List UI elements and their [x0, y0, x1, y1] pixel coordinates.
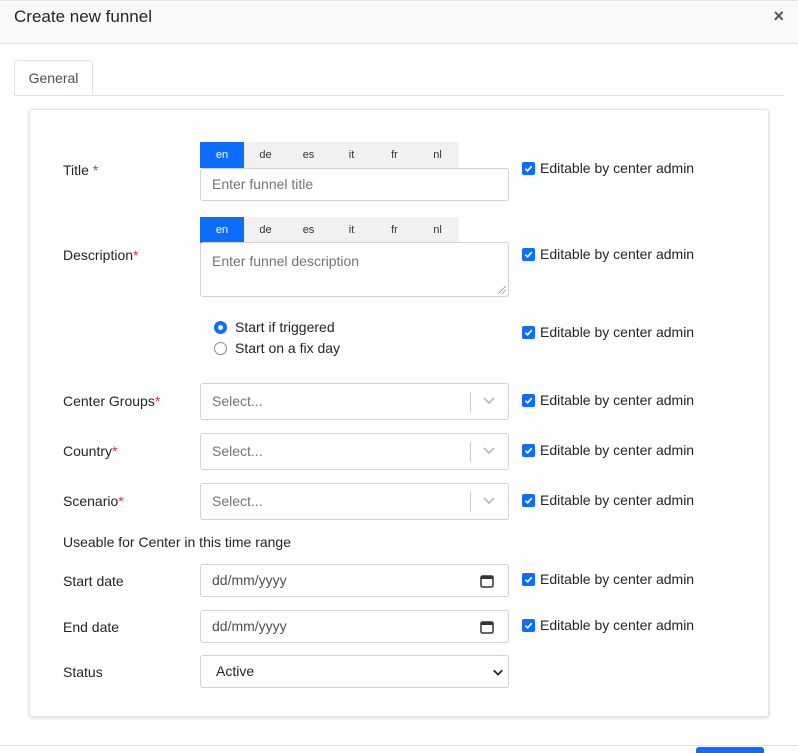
title-input[interactable]: Enter funnel title [200, 168, 509, 201]
chevron-down-icon[interactable] [492, 666, 504, 678]
lang-tab-de[interactable]: de [244, 217, 287, 243]
tab-bar: General [14, 60, 784, 96]
lang-tab-de[interactable]: de [244, 142, 287, 168]
start-date-editable-checkbox[interactable]: Editable by center admin [522, 571, 694, 587]
radio-start-on-fix-day[interactable]: Start on a fix day [214, 340, 340, 356]
description-language-tabs: en de es it fr nl [200, 217, 459, 243]
lang-tab-it[interactable]: it [330, 217, 373, 243]
radio-start-if-triggered[interactable]: Start if triggered [214, 319, 335, 335]
required-mark: * [133, 247, 139, 263]
lang-tab-es[interactable]: es [287, 142, 330, 168]
time-range-heading: Useable for Center in this time range [63, 534, 291, 550]
select-separator [470, 442, 471, 462]
required-mark: * [112, 443, 118, 459]
select-separator [470, 392, 471, 412]
start-date-input[interactable]: dd/mm/yyyy [200, 564, 509, 597]
start-mode-editable-checkbox[interactable]: Editable by center admin [522, 324, 694, 340]
chevron-down-icon[interactable] [482, 493, 496, 507]
checkmark-icon [522, 247, 535, 261]
checkmark-icon [522, 493, 535, 507]
checkmark-icon [522, 443, 535, 457]
required-mark: * [92, 162, 99, 178]
editable-label: Editable by center admin [540, 392, 695, 408]
chevron-down-icon[interactable] [482, 443, 496, 457]
end-date-input[interactable]: dd/mm/yyyy [200, 610, 509, 643]
scenario-select[interactable]: Select... [200, 483, 509, 520]
editable-label: Editable by center admin [540, 442, 695, 458]
editable-label: Editable by center admin [540, 324, 695, 340]
end-date-editable-checkbox[interactable]: Editable by center admin [522, 617, 694, 633]
checkmark-icon [522, 393, 535, 407]
editable-label: Editable by center admin [540, 246, 695, 262]
center-groups-editable-checkbox[interactable]: Editable by center admin [522, 392, 694, 408]
editable-label: Editable by center admin [540, 160, 695, 176]
modal-header: Create new funnel × [0, 0, 798, 44]
center-groups-label: Center Groups* [63, 393, 161, 409]
country-editable-checkbox[interactable]: Editable by center admin [522, 442, 694, 458]
description-editable-checkbox[interactable]: Editable by center admin [522, 246, 694, 262]
modal-footer-edge [0, 745, 798, 751]
calendar-icon[interactable] [480, 620, 494, 634]
radio-checked-icon[interactable] [214, 320, 227, 334]
description-placeholder: Enter funnel description [212, 253, 360, 269]
footer-primary-button[interactable] [696, 747, 764, 753]
checkmark-icon [522, 618, 535, 632]
description-label: Description* [63, 247, 139, 263]
title-editable-checkbox[interactable]: Editable by center admin [522, 160, 694, 176]
title-label: Title * [63, 162, 99, 178]
lang-tab-fr[interactable]: fr [373, 217, 416, 243]
scenario-label: Scenario* [63, 493, 124, 509]
calendar-icon[interactable] [480, 574, 494, 588]
editable-label: Editable by center admin [540, 617, 695, 633]
lang-tab-nl[interactable]: nl [416, 217, 459, 243]
country-select[interactable]: Select... [200, 433, 509, 470]
lang-tab-fr[interactable]: fr [373, 142, 416, 168]
tab-general[interactable]: General [14, 60, 93, 95]
required-mark: * [118, 493, 124, 509]
editable-label: Editable by center admin [540, 571, 695, 587]
lang-tab-es[interactable]: es [287, 217, 330, 243]
checkmark-icon [522, 325, 535, 339]
status-select[interactable]: Active [200, 655, 509, 688]
scenario-editable-checkbox[interactable]: Editable by center admin [522, 492, 694, 508]
lang-tab-en[interactable]: en [200, 217, 244, 243]
center-groups-select[interactable]: Select... [200, 383, 509, 420]
title-language-tabs: en de es it fr nl [200, 142, 459, 168]
country-label: Country* [63, 443, 118, 459]
lang-tab-it[interactable]: it [330, 142, 373, 168]
modal-title: Create new funnel [14, 7, 152, 26]
lang-tab-en[interactable]: en [200, 142, 244, 168]
description-textarea[interactable]: Enter funnel description [200, 242, 509, 297]
resize-handle-icon[interactable] [498, 286, 506, 294]
editable-label: Editable by center admin [540, 492, 695, 508]
checkmark-icon [522, 161, 535, 175]
close-icon[interactable]: × [773, 7, 784, 25]
end-date-label: End date [63, 619, 120, 635]
select-separator [470, 492, 471, 512]
checkmark-icon [522, 572, 535, 586]
status-label: Status [63, 664, 103, 680]
radio-unchecked-icon[interactable] [214, 341, 227, 355]
chevron-down-icon[interactable] [482, 393, 496, 407]
required-mark: * [154, 393, 161, 409]
start-date-label: Start date [63, 573, 124, 589]
lang-tab-nl[interactable]: nl [416, 142, 459, 168]
